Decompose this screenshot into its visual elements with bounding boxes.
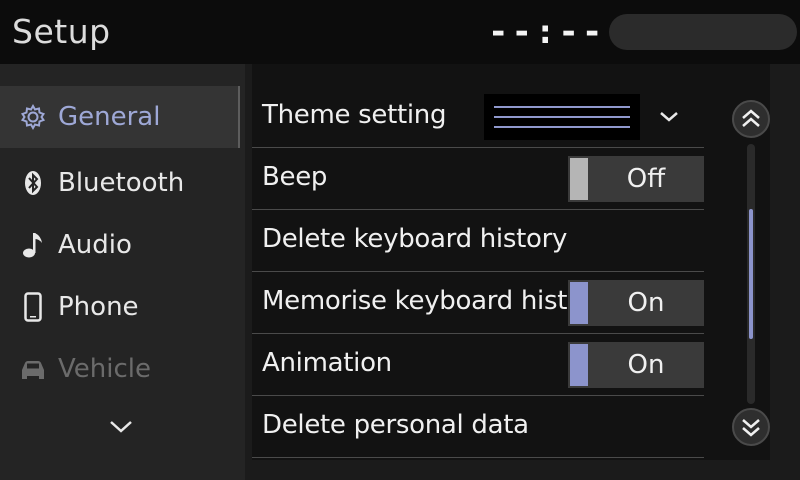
double-chevron-up-icon [734,109,768,140]
header-bar: Setup --:-- [0,0,800,64]
music-note-icon [18,230,48,260]
scroll-up-button[interactable] [732,100,770,138]
bluetooth-icon [18,168,48,198]
memorise-keyboard-history-toggle[interactable]: On [568,280,704,326]
beep-row[interactable]: Beep Off [252,148,704,210]
row-label: Memorise keyboard history [262,286,609,316]
gear-icon [18,102,48,132]
chevron-down-icon[interactable] [654,102,684,132]
car-icon [18,354,48,384]
phone-icon [18,292,48,322]
sidebar-item-label: Vehicle [58,354,151,384]
clock-display: --:-- [488,12,606,52]
sidebar-item-phone[interactable]: Phone [0,276,238,338]
theme-line [494,116,630,118]
row-label: Delete keyboard history [262,224,568,254]
toggle-value: On [627,288,665,318]
page-title: Setup [12,12,111,51]
memorise-keyboard-history-row[interactable]: Memorise keyboard history On [252,272,704,334]
row-label: Delete personal data [262,410,529,440]
row-label: Beep [262,162,328,192]
beep-toggle[interactable]: Off [568,156,704,202]
theme-preview[interactable] [484,94,640,140]
theme-line [494,126,630,128]
sidebar-item-bluetooth[interactable]: Bluetooth [0,152,238,214]
sidebar-item-vehicle[interactable]: Vehicle [0,338,238,400]
toggle-value: On [627,350,665,380]
toggle-indicator [570,344,588,386]
sidebar-item-general[interactable]: General [0,86,238,148]
double-chevron-down-icon [734,419,768,448]
sidebar-item-label: Bluetooth [58,168,185,198]
sidebar-item-label: General [58,102,161,132]
active-divider [238,86,240,148]
chevron-down-icon[interactable] [106,412,136,442]
delete-keyboard-history-row[interactable]: Delete keyboard history [252,210,704,272]
toggle-indicator [570,158,588,200]
sidebar-item-audio[interactable]: Audio [0,214,238,276]
scroll-down-button[interactable] [732,408,770,446]
animation-row[interactable]: Animation On [252,334,704,396]
animation-toggle[interactable]: On [568,342,704,388]
scrollbar-thumb[interactable] [749,209,753,339]
toggle-indicator [570,282,588,324]
sidebar-item-label: Audio [58,230,132,260]
row-label: Theme setting [262,100,447,130]
scrollbar-track[interactable] [747,144,755,404]
theme-setting-row[interactable]: Theme setting [252,86,704,148]
theme-line [494,106,630,108]
sidebar: General Bluetooth Audio Phone Vehicle [0,64,245,480]
delete-personal-data-row[interactable]: Delete personal data [252,396,704,458]
toggle-value: Off [626,164,666,194]
row-label: Animation [262,348,392,378]
status-pill [609,14,797,50]
sidebar-item-label: Phone [58,292,139,322]
